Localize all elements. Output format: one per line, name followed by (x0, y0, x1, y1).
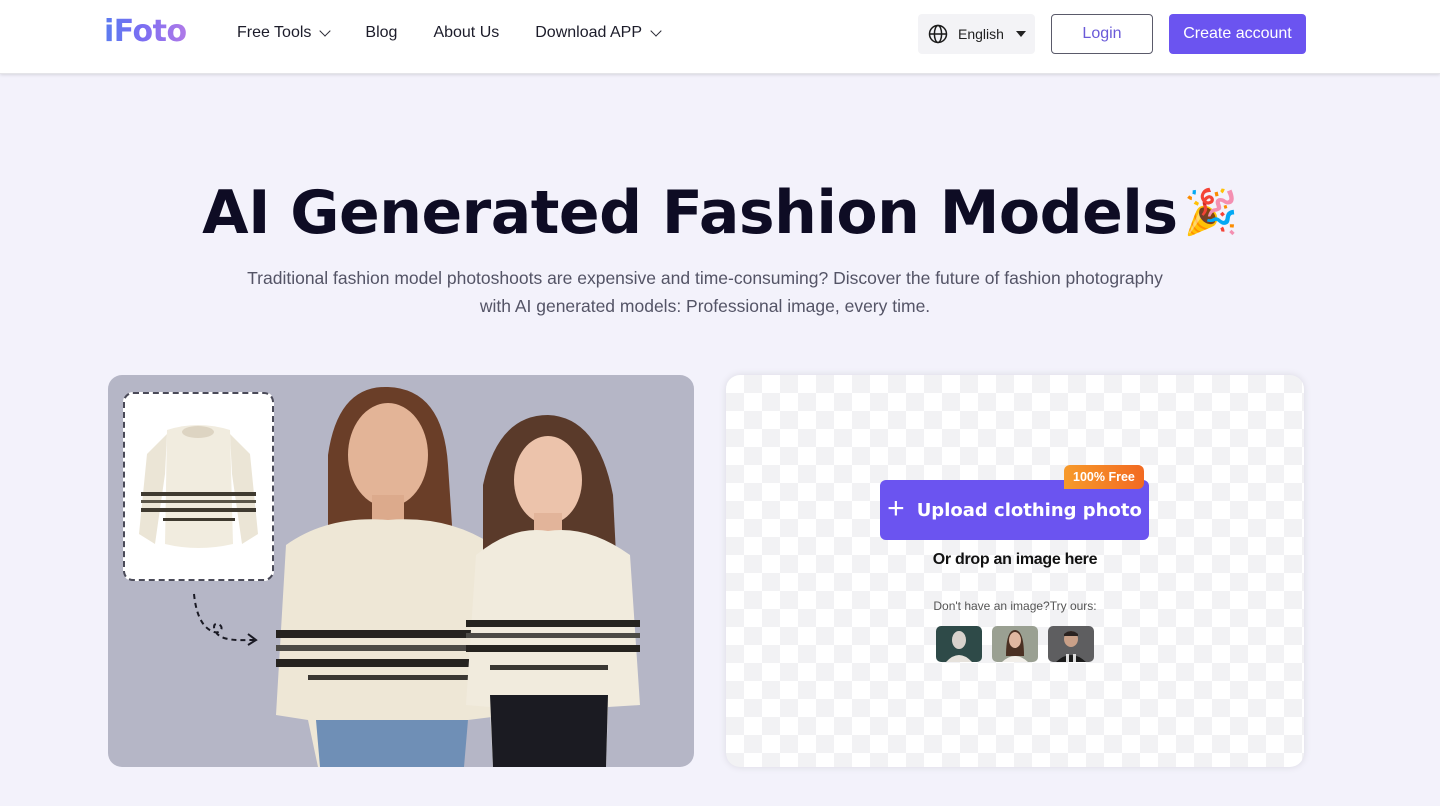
globe-icon (928, 24, 948, 44)
nav-download-label: Download APP (535, 24, 642, 41)
sweater-image (139, 425, 258, 548)
dashed-arrow-icon (193, 593, 258, 646)
sample-image-mannequin[interactable] (936, 626, 982, 662)
nav-blog-label: Blog (365, 24, 398, 41)
party-popper-icon: 🎉 (1183, 187, 1239, 238)
caret-down-icon (1015, 31, 1026, 37)
garment-card (123, 392, 274, 581)
main-nav: Free Tools Blog About Us Download APP (237, 24, 696, 42)
page-title: AI Generated Fashion Models 🎉 (0, 178, 1440, 248)
try-samples-text: Don't have an image?Try ours: (933, 599, 1097, 613)
nav-download-app[interactable]: Download APP (535, 24, 662, 42)
ifoto-logo[interactable]: iFoto (104, 14, 187, 49)
subtitle-line-1: Traditional fashion model photoshoots ar… (247, 268, 1163, 288)
showcase-image (108, 375, 694, 767)
sample-images (936, 626, 1104, 662)
drop-hint: Or drop an image here (932, 551, 1098, 568)
nav-about-us[interactable]: About Us (433, 24, 499, 42)
upload-button-label: Upload clothing photo (916, 499, 1142, 521)
free-badge: 100% Free (1064, 465, 1144, 489)
login-button[interactable]: Login (1051, 14, 1153, 54)
sample-image-man[interactable] (1048, 626, 1094, 662)
plus-icon: + (887, 491, 905, 525)
page-title-text: AI Generated Fashion Models (202, 178, 1178, 248)
ai-models-photo (276, 386, 640, 767)
nav-blog[interactable]: Blog (365, 24, 397, 42)
sample-image-woman[interactable] (992, 626, 1038, 662)
page-subtitle: Traditional fashion model photoshoots ar… (200, 264, 1210, 320)
subtitle-line-2: with AI generated models: Professional i… (479, 296, 931, 316)
site-header: iFoto Free Tools Blog About Us Download … (0, 0, 1440, 74)
language-selector[interactable]: English (918, 14, 1035, 54)
upload-dropzone[interactable]: + Upload clothing photo 100% Free Or dro… (726, 375, 1304, 767)
upload-clothing-photo-button[interactable]: + Upload clothing photo (880, 480, 1149, 540)
nav-free-tools[interactable]: Free Tools (237, 24, 332, 42)
create-account-button[interactable]: Create account (1169, 14, 1306, 54)
language-label: English (958, 26, 1004, 42)
nav-about-label: About Us (433, 24, 500, 41)
nav-free-tools-label: Free Tools (237, 24, 312, 41)
chevron-down-icon (319, 24, 332, 37)
chevron-down-icon (650, 24, 662, 37)
